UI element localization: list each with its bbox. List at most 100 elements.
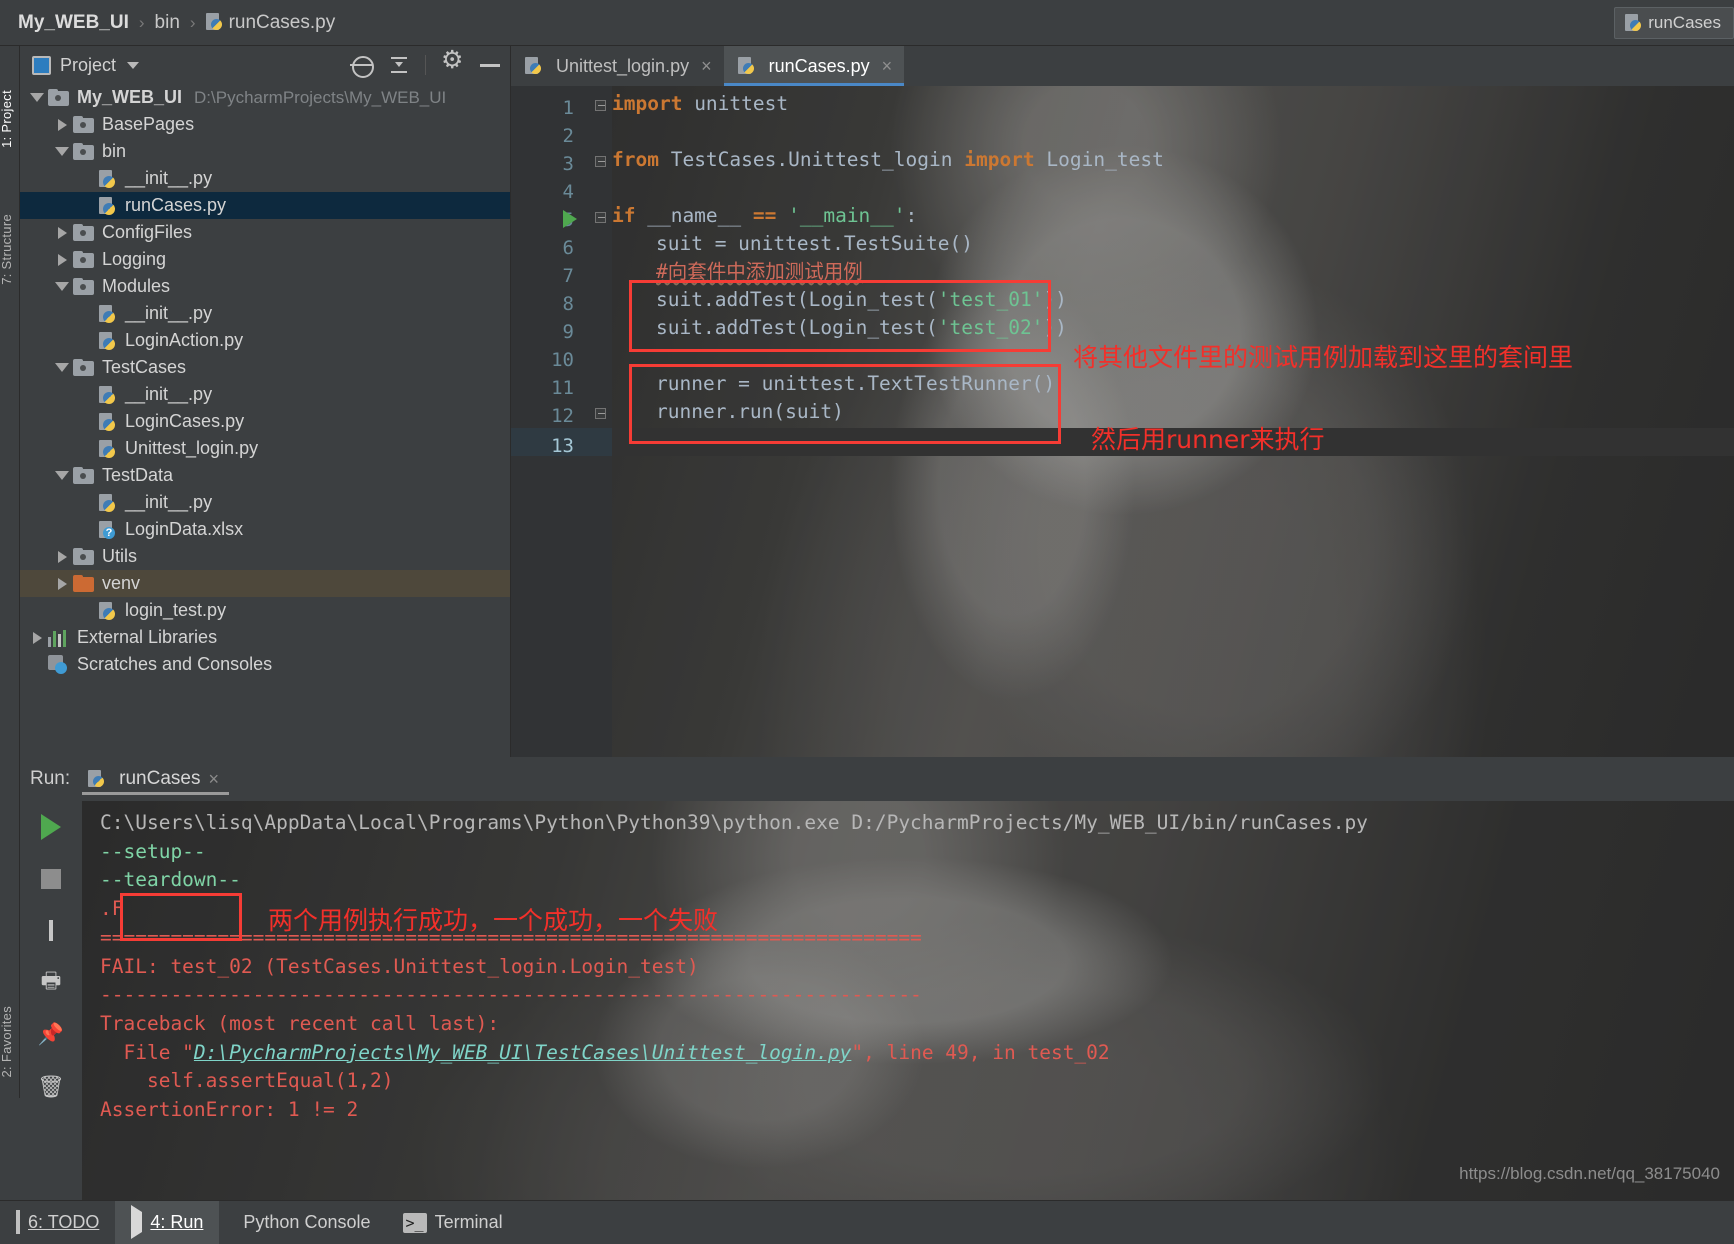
- run-console-output[interactable]: C:\Users\lisq\AppData\Local\Programs\Pyt…: [82, 801, 1734, 1200]
- tree-node[interactable]: Unittest_login.py: [20, 435, 510, 462]
- chevron-down-icon[interactable]: [51, 363, 73, 372]
- tree-node-label: login_test.py: [125, 600, 227, 620]
- breadcrumb-separator-2: ›: [189, 12, 196, 32]
- colon: :: [905, 204, 918, 227]
- play-icon: [131, 1212, 142, 1233]
- python-file-icon: [98, 196, 118, 216]
- fold-marker-icon[interactable]: [595, 100, 606, 111]
- tree-node[interactable]: Logging: [20, 246, 510, 273]
- code-editor[interactable]: 1 2 3 4 5 6 7 8 9 10 11 12 13 import uni…: [511, 86, 1734, 757]
- fold-marker-icon[interactable]: [595, 156, 606, 167]
- statusbar-todo-label: 6: TODO: [28, 1212, 100, 1232]
- sidebar-tab-favorites[interactable]: 2: Favorites: [0, 1006, 14, 1078]
- python-run-icon: [88, 769, 105, 789]
- code-line-5: if __name__ == '__main__':: [612, 202, 917, 231]
- tree-node[interactable]: My_WEB_UI D:\PycharmProjects\My_WEB_UI: [20, 84, 510, 111]
- tree-node[interactable]: Modules: [20, 273, 510, 300]
- tree-node[interactable]: TestCases: [20, 354, 510, 381]
- trash-icon: [37, 1074, 65, 1100]
- run-config-tab[interactable]: runCases ×: [82, 757, 229, 801]
- tree-node[interactable]: venv: [20, 570, 510, 597]
- chevron-right-icon[interactable]: [51, 550, 73, 563]
- libraries-icon: [48, 629, 70, 647]
- console-assert-line: self.assertEqual(1,2): [100, 1069, 394, 1093]
- chevron-down-icon[interactable]: [26, 93, 48, 102]
- tree-node-label: __init__.py: [125, 303, 213, 323]
- clear-button[interactable]: [20, 1061, 82, 1113]
- breadcrumb-project[interactable]: My_WEB_UI: [18, 12, 129, 34]
- collapse-all-icon[interactable]: [387, 53, 411, 77]
- project-panel: Project My_WEB_UI D:\PycharmProjects\My_W…: [20, 46, 511, 757]
- chevron-down-icon[interactable]: [51, 147, 73, 156]
- breadcrumb-folder[interactable]: bin: [155, 12, 180, 34]
- console-assertion-error: AssertionError: 1 != 2: [100, 1098, 359, 1122]
- tree-node[interactable]: __init__.py: [20, 381, 510, 408]
- gear-icon[interactable]: [440, 48, 464, 77]
- fold-marker-icon[interactable]: [595, 212, 606, 223]
- tree-node[interactable]: LoginCases.py: [20, 408, 510, 435]
- fold-marker-icon[interactable]: [595, 408, 606, 419]
- tree-node-label: LoginData.xlsx: [125, 519, 244, 539]
- pycharm-window: My_WEB_UI › bin › runCases.py runCases 1…: [0, 0, 1734, 1244]
- folder-icon: [73, 251, 95, 268]
- chevron-right-icon[interactable]: [51, 577, 73, 590]
- locate-icon[interactable]: [349, 53, 374, 78]
- console-file-pre: File ": [100, 1040, 194, 1064]
- chevron-right-icon[interactable]: [51, 118, 73, 131]
- annotation-text-addtest: 将其他文件里的测试用例加载到这里的套间里: [1073, 343, 1574, 372]
- tree-node[interactable]: LoginAction.py: [20, 327, 510, 354]
- stop-button[interactable]: [20, 853, 82, 905]
- tree-node[interactable]: Scratches and Consoles: [20, 651, 510, 678]
- pin-button[interactable]: [20, 1009, 82, 1061]
- statusbar-todo[interactable]: 6: TODO: [0, 1201, 115, 1244]
- tree-node[interactable]: runCases.py: [20, 192, 510, 219]
- string-main: '__main__': [776, 204, 906, 227]
- chevron-down-icon[interactable]: [51, 471, 73, 480]
- tree-node[interactable]: External Libraries: [20, 624, 510, 651]
- sidebar-tab-project[interactable]: 1: Project: [0, 90, 14, 148]
- tree-node[interactable]: __init__.py: [20, 300, 510, 327]
- close-icon[interactable]: ×: [882, 56, 893, 77]
- tree-node[interactable]: __init__.py: [20, 489, 510, 516]
- chevron-down-icon[interactable]: [51, 282, 73, 291]
- breadcrumb-bar: My_WEB_UI › bin › runCases.py runCases: [0, 0, 1734, 46]
- folder-icon: [73, 224, 95, 241]
- module-name: unittest: [682, 92, 789, 115]
- breadcrumb-file[interactable]: runCases.py: [229, 12, 336, 34]
- search-everywhere-chip[interactable]: runCases: [1614, 7, 1734, 39]
- line-number: 7: [562, 265, 574, 287]
- hide-icon[interactable]: [478, 53, 502, 77]
- chevron-right-icon[interactable]: [26, 631, 48, 644]
- chevron-down-icon[interactable]: [127, 61, 140, 69]
- sidebar-tab-structure[interactable]: 7: Structure: [0, 214, 14, 285]
- run-panel-header: Run: runCases ×: [20, 757, 1734, 801]
- run-line-icon[interactable]: [563, 210, 577, 228]
- close-icon[interactable]: ×: [701, 56, 712, 77]
- tree-node[interactable]: LoginData.xlsx: [20, 516, 510, 543]
- statusbar-terminal[interactable]: Terminal: [387, 1201, 519, 1244]
- annotation-text-runner: 然后用runner来执行: [1091, 425, 1325, 454]
- tab-unittest-login[interactable]: Unittest_login.py ×: [511, 46, 724, 86]
- tree-node[interactable]: BasePages: [20, 111, 510, 138]
- chevron-right-icon[interactable]: [51, 253, 73, 266]
- print-button[interactable]: [20, 957, 82, 1009]
- tree-node[interactable]: login_test.py: [20, 597, 510, 624]
- tab-runcases[interactable]: runCases.py ×: [723, 46, 905, 86]
- statusbar-run[interactable]: 4: Run: [115, 1200, 220, 1244]
- editor-tab-bar: Unittest_login.py × runCases.py ×: [511, 46, 1734, 86]
- chevron-right-icon[interactable]: [51, 226, 73, 239]
- tree-node[interactable]: Utils: [20, 543, 510, 570]
- tree-node[interactable]: bin: [20, 138, 510, 165]
- close-icon[interactable]: ×: [208, 769, 219, 790]
- layout-button[interactable]: [20, 905, 82, 957]
- project-panel-header: Project: [20, 46, 510, 84]
- statusbar-python-console[interactable]: Python Console: [219, 1201, 386, 1244]
- rerun-button[interactable]: [20, 801, 82, 853]
- tree-node[interactable]: ConfigFiles: [20, 219, 510, 246]
- tree-node[interactable]: __init__.py: [20, 165, 510, 192]
- console-file-link[interactable]: D:\PycharmProjects\My_WEB_UI\TestCases\U…: [194, 1041, 851, 1064]
- python-tab-icon: [525, 56, 542, 76]
- module-path: TestCases.Unittest_login: [658, 148, 965, 171]
- tree-node[interactable]: TestData: [20, 462, 510, 489]
- statusbar-terminal-label: Terminal: [434, 1212, 503, 1232]
